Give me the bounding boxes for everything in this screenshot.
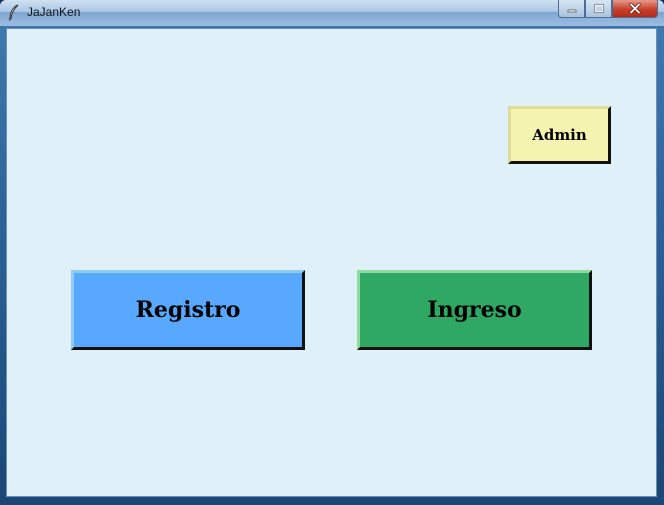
admin-button-label: Admin: [532, 126, 587, 144]
feather-icon: [8, 4, 19, 21]
window-title: JaJanKen: [27, 5, 81, 19]
maximize-button[interactable]: [585, 0, 612, 18]
ingreso-button[interactable]: Ingreso: [357, 270, 592, 350]
close-icon: [629, 3, 641, 14]
admin-button[interactable]: Admin: [508, 106, 611, 164]
maximize-icon: [593, 3, 604, 13]
title-bar[interactable]: JaJanKen: [0, 0, 664, 26]
main-panel: Admin Registro Ingreso: [6, 28, 657, 497]
app-window: JaJanKen Admin Registro Ingreso: [0, 0, 664, 505]
registro-button[interactable]: Registro: [71, 270, 305, 350]
window-controls: [558, 0, 658, 18]
minimize-button[interactable]: [558, 0, 585, 18]
close-button[interactable]: [612, 0, 658, 18]
ingreso-button-label: Ingreso: [427, 297, 522, 323]
minimize-icon: [567, 9, 576, 12]
registro-button-label: Registro: [135, 297, 241, 323]
